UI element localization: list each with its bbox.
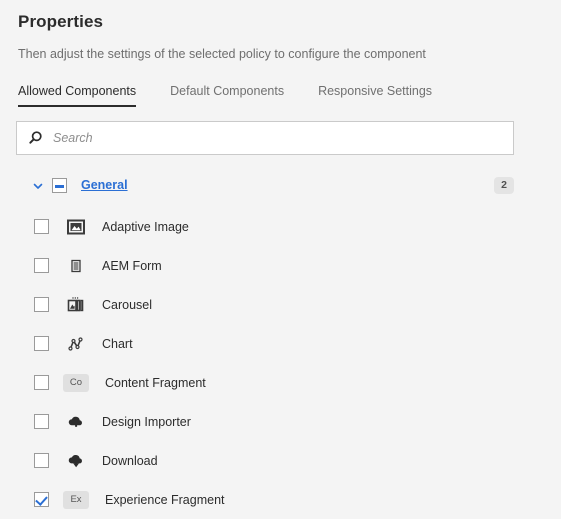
list-item[interactable]: AEM Form (16, 246, 545, 285)
component-checkbox[interactable] (34, 336, 49, 351)
list-item[interactable]: Ex Experience Fragment (16, 480, 545, 519)
component-label: Adaptive Image (102, 219, 189, 234)
component-label: Chart (102, 336, 133, 351)
image-icon (66, 217, 86, 237)
component-checkbox[interactable] (34, 414, 49, 429)
group-checkbox-general[interactable] (52, 177, 67, 193)
tab-responsive-settings[interactable]: Responsive Settings (318, 84, 432, 107)
component-checkbox[interactable] (34, 492, 49, 507)
component-label: Content Fragment (105, 375, 206, 390)
list-item[interactable]: Chart (16, 324, 545, 363)
component-checkbox[interactable] (34, 297, 49, 312)
component-checkbox[interactable] (34, 258, 49, 273)
properties-panel: Properties Then adjust the settings of t… (0, 0, 561, 519)
cloud-download-icon (66, 451, 86, 471)
carousel-icon (66, 295, 86, 315)
tab-bar: Allowed Components Default Components Re… (18, 79, 545, 107)
group-row-general[interactable]: General 2 (16, 172, 514, 198)
component-checkbox[interactable] (34, 375, 49, 390)
page-title: Properties (18, 12, 104, 31)
page-subtitle: Then adjust the settings of the selected… (18, 47, 426, 61)
search-input[interactable] (53, 130, 503, 146)
chevron-down-icon[interactable] (32, 179, 44, 191)
chart-line-icon (66, 334, 86, 354)
component-label: Download (102, 453, 158, 468)
list-item[interactable]: Download (16, 441, 545, 480)
component-checkbox[interactable] (34, 219, 49, 234)
group-label-general[interactable]: General (81, 177, 128, 193)
component-list: Adaptive Image AEM Form Carousel Chart C… (16, 207, 545, 519)
content-fragment-tag-icon: Co (63, 373, 89, 392)
form-document-icon (66, 256, 86, 276)
search-bar[interactable] (16, 121, 514, 155)
component-label: Carousel (102, 297, 153, 312)
list-item[interactable]: Design Importer (16, 402, 545, 441)
group-count-badge: 2 (494, 176, 514, 194)
tab-allowed-components[interactable]: Allowed Components (18, 84, 137, 107)
component-label: Experience Fragment (105, 492, 225, 507)
search-icon (27, 130, 43, 146)
component-label: Design Importer (102, 414, 191, 429)
list-item[interactable]: Co Content Fragment (16, 363, 545, 402)
component-checkbox[interactable] (34, 453, 49, 468)
component-label: AEM Form (102, 258, 162, 273)
list-item[interactable]: Adaptive Image (16, 207, 545, 246)
tab-default-components[interactable]: Default Components (170, 84, 284, 107)
experience-fragment-tag-icon: Ex (63, 490, 89, 509)
cloud-upload-icon (66, 412, 86, 432)
list-item[interactable]: Carousel (16, 285, 545, 324)
